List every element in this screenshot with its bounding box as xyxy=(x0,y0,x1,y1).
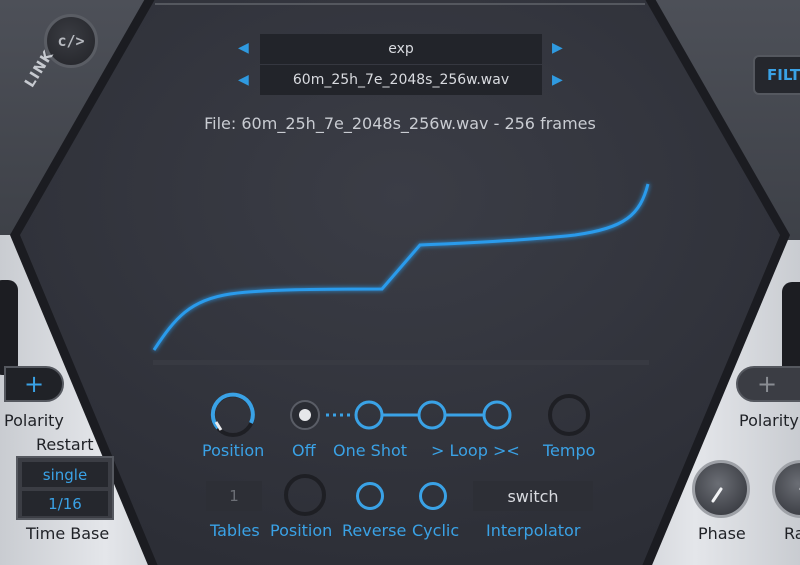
code-link-icon: c/> xyxy=(57,32,85,50)
tempo-label: Tempo xyxy=(543,441,596,460)
phase-label: Phase xyxy=(698,524,746,543)
off-label: Off xyxy=(292,441,316,460)
category-selector[interactable]: exp xyxy=(260,34,542,64)
position-label-2: Position xyxy=(270,521,333,540)
reverse-label: Reverse xyxy=(342,521,407,540)
tempo-knob[interactable] xyxy=(546,394,592,440)
ping-pong-option[interactable] xyxy=(482,400,512,430)
playback-mode-selector[interactable] xyxy=(286,398,516,432)
knob-indicator xyxy=(711,487,723,503)
rate-knob[interactable] xyxy=(772,460,800,518)
category-next-arrow[interactable]: ▶ xyxy=(552,40,563,56)
time-base-selector[interactable]: single 1/16 xyxy=(16,456,114,520)
file-next-arrow[interactable]: ▶ xyxy=(552,72,563,88)
position-knob-2[interactable] xyxy=(282,474,328,520)
filter-tab[interactable]: FILT xyxy=(753,55,800,95)
time-base-label: Time Base xyxy=(26,524,110,543)
position-knob[interactable] xyxy=(208,392,258,442)
phase-knob[interactable] xyxy=(692,460,750,518)
left-side-panel xyxy=(0,280,18,375)
loop-option[interactable] xyxy=(417,400,447,430)
loop-label: > Loop >< xyxy=(431,441,520,460)
polarity-toggle-left[interactable]: + xyxy=(4,366,64,402)
waveform-scrollbar[interactable] xyxy=(153,360,649,365)
one-shot-label: One Shot xyxy=(333,441,408,460)
interpolator-selector[interactable]: switch xyxy=(473,481,593,511)
file-selector[interactable]: 60m_25h_7e_2048s_256w.wav xyxy=(260,65,542,95)
reverse-toggle[interactable] xyxy=(356,482,384,510)
plus-icon: + xyxy=(23,370,45,398)
cyclic-label: Cyclic xyxy=(412,521,460,540)
polarity-label-left: Polarity xyxy=(4,411,64,430)
rate-label: Ra xyxy=(784,524,800,543)
selected-dot xyxy=(299,409,311,421)
plus-icon: + xyxy=(756,370,778,398)
time-base-mode[interactable]: single xyxy=(22,462,108,487)
interpolator-label: Interpolator xyxy=(486,521,581,540)
one-shot-option[interactable] xyxy=(354,400,384,430)
category-prev-arrow[interactable]: ◀ xyxy=(238,40,249,56)
polarity-toggle-right[interactable]: + xyxy=(736,366,800,402)
tables-label: Tables xyxy=(210,521,260,540)
cyclic-toggle[interactable] xyxy=(419,482,447,510)
file-info: File: 60m_25h_7e_2048s_256w.wav - 256 fr… xyxy=(204,114,596,133)
polarity-label-right: Polarity xyxy=(739,411,799,430)
file-prev-arrow[interactable]: ◀ xyxy=(238,72,249,88)
position-label: Position xyxy=(202,441,265,460)
restart-label: Restart xyxy=(36,435,94,454)
knob-arc xyxy=(210,392,255,430)
right-side-panel xyxy=(782,282,800,377)
time-base-division[interactable]: 1/16 xyxy=(22,491,108,516)
tables-field[interactable]: 1 xyxy=(206,481,262,511)
